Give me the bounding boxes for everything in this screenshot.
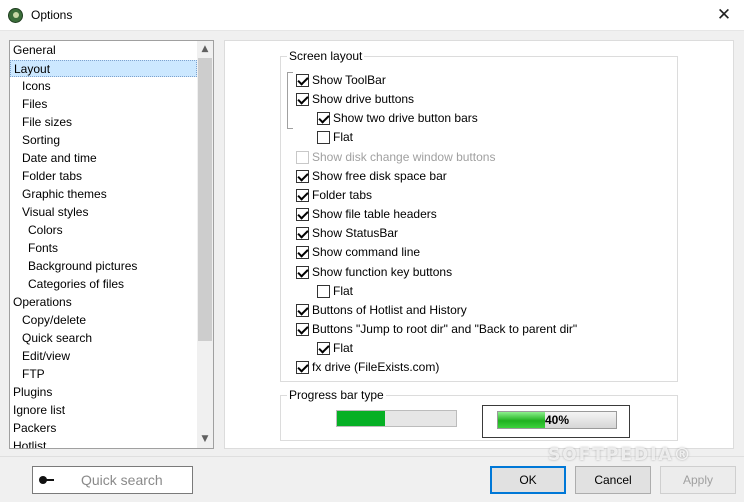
screen-layout-legend: Screen layout: [287, 49, 365, 64]
checkbox-label: Show disk change window buttons: [312, 150, 496, 164]
dialog-body: General Layout Icons Files File sizes Sorting…: [0, 31, 744, 456]
tree-item[interactable]: Plugins: [10, 384, 197, 401]
checkbox-label: Show StatusBar: [312, 226, 399, 240]
tree-item[interactable]: Background pictures: [10, 258, 197, 275]
ok-button[interactable]: OK: [490, 466, 566, 494]
key-icon: [39, 476, 55, 484]
tree-item[interactable]: Layout: [10, 60, 197, 77]
simple-progress-fill: [337, 411, 385, 426]
tree-item[interactable]: File sizes: [10, 114, 197, 131]
tree-item[interactable]: Packers: [10, 420, 197, 437]
tree-item[interactable]: Colors: [10, 222, 197, 239]
checkmark-icon[interactable]: [296, 361, 309, 374]
checkbox-label: Folder tabs: [312, 188, 373, 202]
checkbox-label: Flat: [333, 284, 354, 298]
styled-progress-label: 40%: [544, 413, 570, 427]
title-bar: Options ✕: [0, 0, 744, 31]
drive-buttons-bracket: [287, 72, 293, 129]
checkmark-icon[interactable]: [296, 227, 309, 240]
checkbox-label: Show two drive button bars: [333, 111, 478, 125]
scrollbar-thumb[interactable]: [198, 58, 212, 341]
styled-progress-bar-option[interactable]: 40%: [482, 405, 630, 438]
app-icon: [8, 8, 23, 23]
tree-item[interactable]: Folder tabs: [10, 168, 197, 185]
tree-item[interactable]: Fonts: [10, 240, 197, 257]
checkmark-icon[interactable]: [296, 170, 309, 183]
checkmark-icon[interactable]: [296, 74, 309, 87]
category-tree[interactable]: General Layout Icons Files File sizes Sorting…: [9, 40, 214, 449]
tree-item[interactable]: Visual styles: [10, 204, 197, 221]
checkbox-label: Flat: [333, 130, 354, 144]
progress-bar-type-group: Progress bar type 40%: [280, 388, 678, 441]
scroll-up-icon[interactable]: ▲: [197, 41, 213, 58]
checkmark-icon[interactable]: [296, 208, 309, 221]
apply-button[interactable]: Apply: [660, 466, 736, 494]
checkbox-label: fx drive (FileExists.com): [312, 360, 440, 374]
tree-item[interactable]: Categories of files: [10, 276, 197, 293]
checkmark-icon[interactable]: [296, 323, 309, 336]
checkbox-label: Show ToolBar: [312, 73, 386, 87]
tree-item[interactable]: Date and time: [10, 150, 197, 167]
tree-item[interactable]: Operations: [10, 294, 197, 311]
checkbox-label: Buttons of Hotlist and History: [312, 303, 467, 317]
checkbox-label: Show file table headers: [312, 207, 437, 221]
settings-panel: Screen layout Show ToolBar Show drive but…: [224, 40, 734, 449]
progress-bar-type-legend: Progress bar type: [287, 388, 386, 403]
screen-layout-group: Screen layout Show ToolBar Show drive but…: [280, 49, 678, 382]
checkmark-icon[interactable]: [317, 112, 330, 125]
checkbox-label: Show drive buttons: [312, 92, 415, 106]
checkbox-box[interactable]: [296, 151, 309, 164]
tree-item[interactable]: Quick search: [10, 330, 197, 347]
tree-item[interactable]: Copy/delete: [10, 312, 197, 329]
quick-search-placeholder: Quick search: [81, 472, 163, 488]
checkmark-icon[interactable]: [296, 266, 309, 279]
tree-item[interactable]: Graphic themes: [10, 186, 197, 203]
simple-progress-bar[interactable]: [336, 410, 457, 427]
watermark: SOFTPEDIA®: [548, 445, 693, 465]
tree-item[interactable]: Hotlist: [10, 438, 197, 448]
checkmark-icon[interactable]: [296, 246, 309, 259]
tree-item[interactable]: Sorting: [10, 132, 197, 149]
checkbox-box[interactable]: [317, 285, 330, 298]
checkbox-label: Show command line: [312, 245, 421, 259]
tree-item[interactable]: Ignore list: [10, 402, 197, 419]
cancel-button[interactable]: Cancel: [575, 466, 651, 494]
styled-progress-bar: 40%: [497, 411, 617, 429]
tree-item[interactable]: Edit/view: [10, 348, 197, 365]
checkmark-icon[interactable]: [296, 304, 309, 317]
tree-scrollbar[interactable]: ▲ ▼: [197, 41, 213, 448]
checkbox-label: Flat: [333, 341, 354, 355]
tree-item[interactable]: Files: [10, 96, 197, 113]
tree-item[interactable]: FTP: [10, 366, 197, 383]
scroll-down-icon[interactable]: ▼: [197, 431, 213, 448]
checkbox-label: Buttons "Jump to root dir" and "Back to …: [312, 322, 578, 336]
checkbox-label: Show function key buttons: [312, 265, 453, 279]
checkbox-label: Show free disk space bar: [312, 169, 447, 183]
checkmark-icon[interactable]: [296, 93, 309, 106]
close-button[interactable]: ✕: [712, 4, 736, 26]
tree-item[interactable]: Icons: [10, 78, 197, 95]
checkmark-icon[interactable]: [296, 189, 309, 202]
tree-item[interactable]: General: [10, 42, 197, 59]
checkbox-box[interactable]: [317, 131, 330, 144]
window-title: Options: [31, 8, 73, 22]
quick-search-box[interactable]: Quick search: [32, 466, 193, 494]
checkmark-icon[interactable]: [317, 342, 330, 355]
